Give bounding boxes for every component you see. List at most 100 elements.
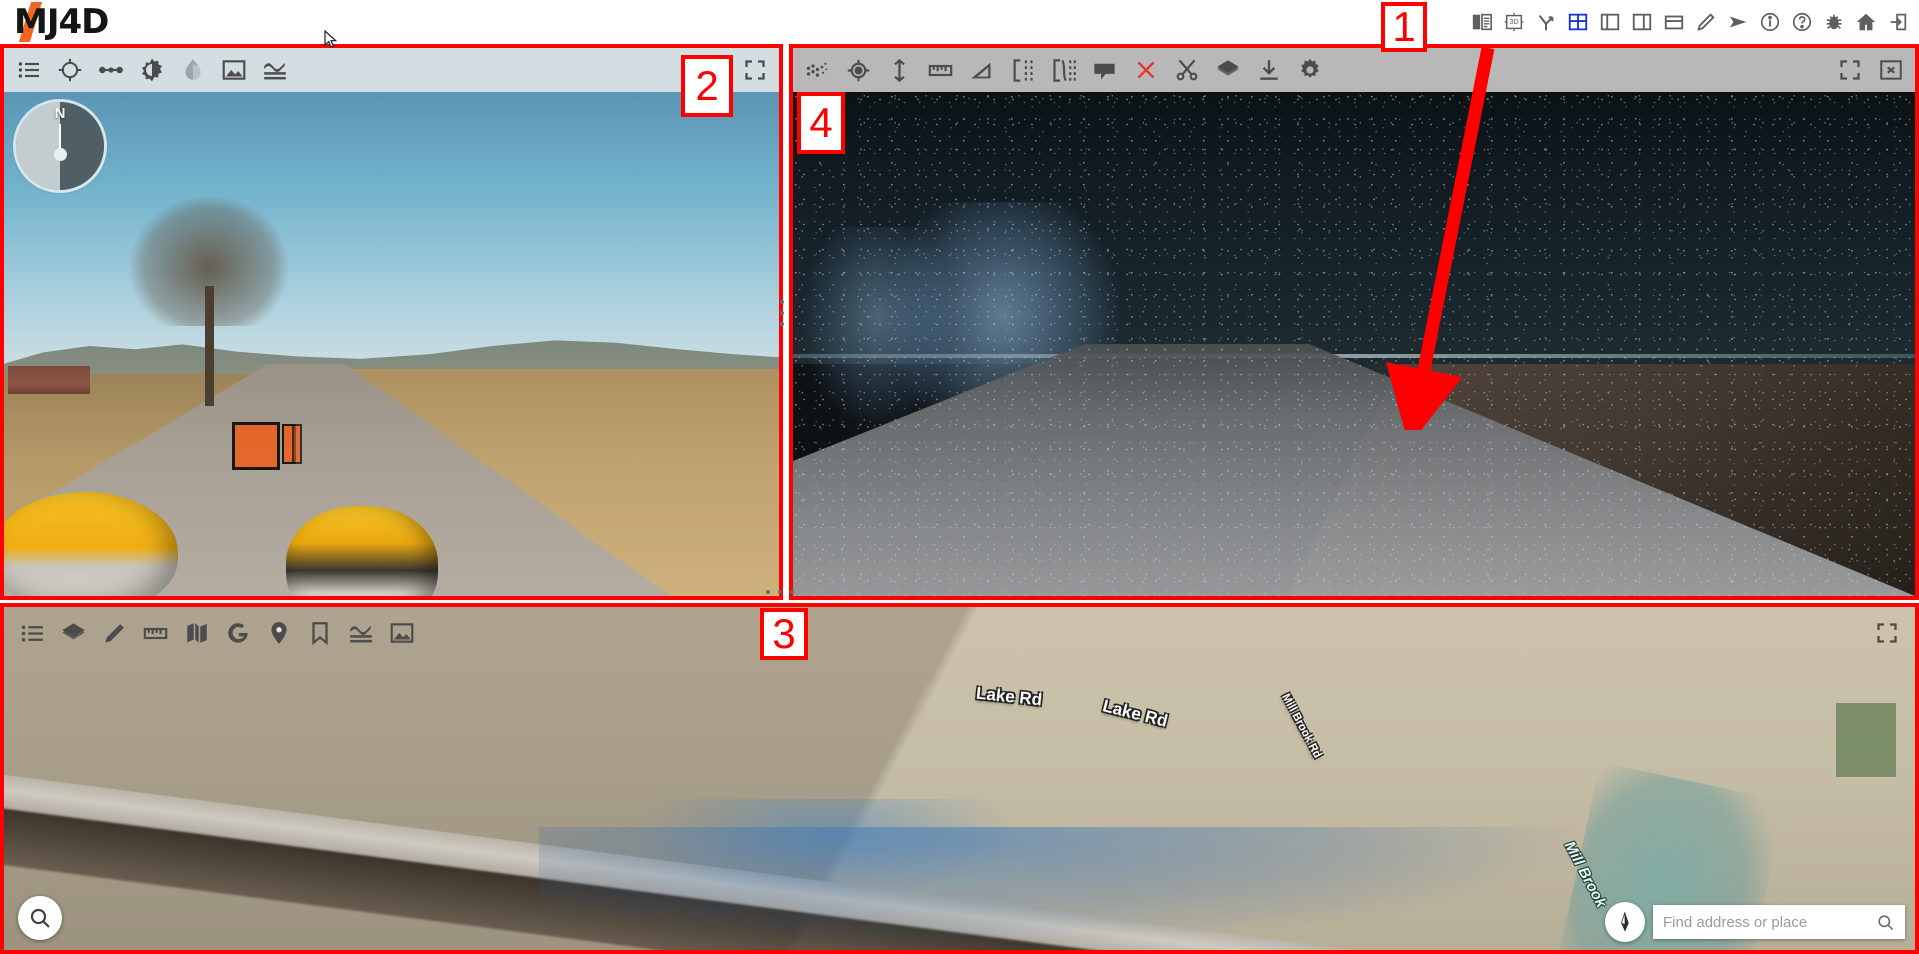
- contrast-droplet-icon[interactable]: [172, 50, 213, 90]
- point-cloud-canvas[interactable]: [793, 92, 1915, 596]
- street-image-canvas[interactable]: N: [4, 92, 779, 596]
- compass-rose[interactable]: N: [16, 102, 104, 190]
- expand-panel-icon[interactable]: [1866, 613, 1907, 653]
- dot-line-icon[interactable]: [90, 50, 131, 90]
- map-search-toggle-button[interactable]: [18, 896, 62, 940]
- google-street-icon[interactable]: [217, 613, 258, 653]
- search-input[interactable]: [1663, 913, 1876, 931]
- callout-marker-1: 1: [1381, 2, 1427, 52]
- basemap-icon[interactable]: [176, 613, 217, 653]
- street-label-mill-brook-rd: Mill Brook Rd: [1279, 691, 1324, 761]
- bug-report-icon[interactable]: [1819, 5, 1849, 39]
- search-icon: [30, 908, 50, 928]
- settings-gear-icon[interactable]: [1289, 50, 1330, 90]
- brightness-icon[interactable]: [131, 50, 172, 90]
- expand-panel-icon[interactable]: [734, 50, 775, 90]
- cloud-point-noise: [793, 92, 1915, 596]
- road-label-lake-rd-1: Lake Rd: [975, 683, 1044, 710]
- map-panel: Lake Rd Lake Rd Mill Brook Mill Brook Rd: [0, 603, 1919, 954]
- overlay-layers-icon[interactable]: [254, 50, 295, 90]
- compass-needle: [59, 124, 61, 150]
- delete-x-icon[interactable]: [1125, 50, 1166, 90]
- grip-dot: [766, 590, 770, 594]
- info-icon[interactable]: [1755, 5, 1785, 39]
- vertical-splitter-handle[interactable]: [778, 300, 786, 326]
- compass-north-label: N: [54, 105, 66, 122]
- overlay-layers-icon[interactable]: [340, 613, 381, 653]
- mouse-cursor: [324, 30, 338, 48]
- barn-building: [8, 366, 90, 394]
- edit-pencil-icon[interactable]: [94, 613, 135, 653]
- layout-quad-icon[interactable]: [1563, 5, 1593, 39]
- list-icon[interactable]: [12, 613, 53, 653]
- layout-vertical-split-icon[interactable]: [1627, 5, 1657, 39]
- list-icon[interactable]: [8, 50, 49, 90]
- map-search-bar: [1605, 902, 1905, 942]
- selected-asset-box[interactable]: [232, 422, 280, 470]
- search-icon[interactable]: [1876, 913, 1895, 932]
- compass-needle-icon: [1620, 912, 1629, 932]
- image-icon[interactable]: [213, 50, 254, 90]
- map-panel-right-controls: [1866, 613, 1907, 653]
- callout-marker-3: 3: [760, 608, 808, 660]
- angle-measure-icon[interactable]: [961, 50, 1002, 90]
- branch-route-icon[interactable]: [1531, 5, 1561, 39]
- ruler-icon[interactable]: [135, 613, 176, 653]
- layout-left-split-icon[interactable]: [1595, 5, 1625, 39]
- cross-section-icon[interactable]: [1002, 50, 1043, 90]
- cloud-panel-toolbar: [793, 48, 1915, 92]
- point-cloud-icon[interactable]: [797, 50, 838, 90]
- three-d-view-icon[interactable]: 3D: [1499, 5, 1529, 39]
- share-send-icon[interactable]: [1723, 5, 1753, 39]
- annotation-callout-icon[interactable]: [1084, 50, 1125, 90]
- layers-icon[interactable]: [53, 613, 94, 653]
- tree-trunk: [205, 286, 214, 406]
- logo-text: MJ4D: [14, 2, 109, 42]
- callout-marker-2: 2: [681, 55, 733, 117]
- help-icon[interactable]: [1787, 5, 1817, 39]
- sky-region: [4, 92, 779, 375]
- grip-dot: [780, 311, 784, 315]
- app-header: MJ4D 3D: [0, 0, 1919, 44]
- svg-text:3D: 3D: [1509, 17, 1518, 26]
- image-icon[interactable]: [381, 613, 422, 653]
- compass-hub: [54, 148, 67, 161]
- map-panel-toolbar: [8, 611, 1911, 655]
- logout-icon[interactable]: [1883, 5, 1913, 39]
- map-green-parcel: [1835, 703, 1896, 778]
- grip-dot: [780, 300, 784, 304]
- edit-pencil-icon[interactable]: [1691, 5, 1721, 39]
- map-vegetation-lower: [539, 826, 1610, 950]
- expand-panel-icon[interactable]: [1829, 50, 1870, 90]
- download-icon[interactable]: [1248, 50, 1289, 90]
- home-icon[interactable]: [1851, 5, 1881, 39]
- close-panel-icon[interactable]: [1870, 50, 1911, 90]
- place-pin-icon[interactable]: [258, 613, 299, 653]
- image-panel-toolbar: [4, 48, 779, 92]
- map-orientation-button[interactable]: [1605, 902, 1645, 942]
- bare-tree: [124, 196, 294, 406]
- cut-scissors-icon[interactable]: [1166, 50, 1207, 90]
- map-canvas[interactable]: Lake Rd Lake Rd Mill Brook Mill Brook Rd: [4, 607, 1915, 950]
- app-logo[interactable]: MJ4D: [14, 2, 109, 42]
- grip-dot: [778, 590, 782, 594]
- map-search-field[interactable]: [1653, 905, 1905, 939]
- catalog-book-icon[interactable]: [1467, 5, 1497, 39]
- layers-icon[interactable]: [1207, 50, 1248, 90]
- ruler-icon[interactable]: [920, 50, 961, 90]
- grip-dot: [790, 590, 794, 594]
- target-crosshair-icon[interactable]: [49, 50, 90, 90]
- horizontal-splitter-handle[interactable]: [766, 588, 794, 596]
- bookmark-icon[interactable]: [299, 613, 340, 653]
- point-cloud-panel: [789, 44, 1919, 600]
- cloud-panel-right-controls: [1829, 50, 1911, 90]
- header-toolbar: 3D: [1467, 2, 1913, 42]
- target-point-icon[interactable]: [838, 50, 879, 90]
- image-viewer-panel: N: [0, 44, 783, 600]
- road-label-lake-rd-2: Lake Rd: [1100, 696, 1170, 731]
- profile-section-icon[interactable]: [1043, 50, 1084, 90]
- app-root: MJ4D 3D N Lake Rd Lake Rd Mill Brook Mil…: [0, 0, 1919, 954]
- height-measure-icon[interactable]: [879, 50, 920, 90]
- layout-bottom-split-icon[interactable]: [1659, 5, 1689, 39]
- grip-dot: [780, 322, 784, 326]
